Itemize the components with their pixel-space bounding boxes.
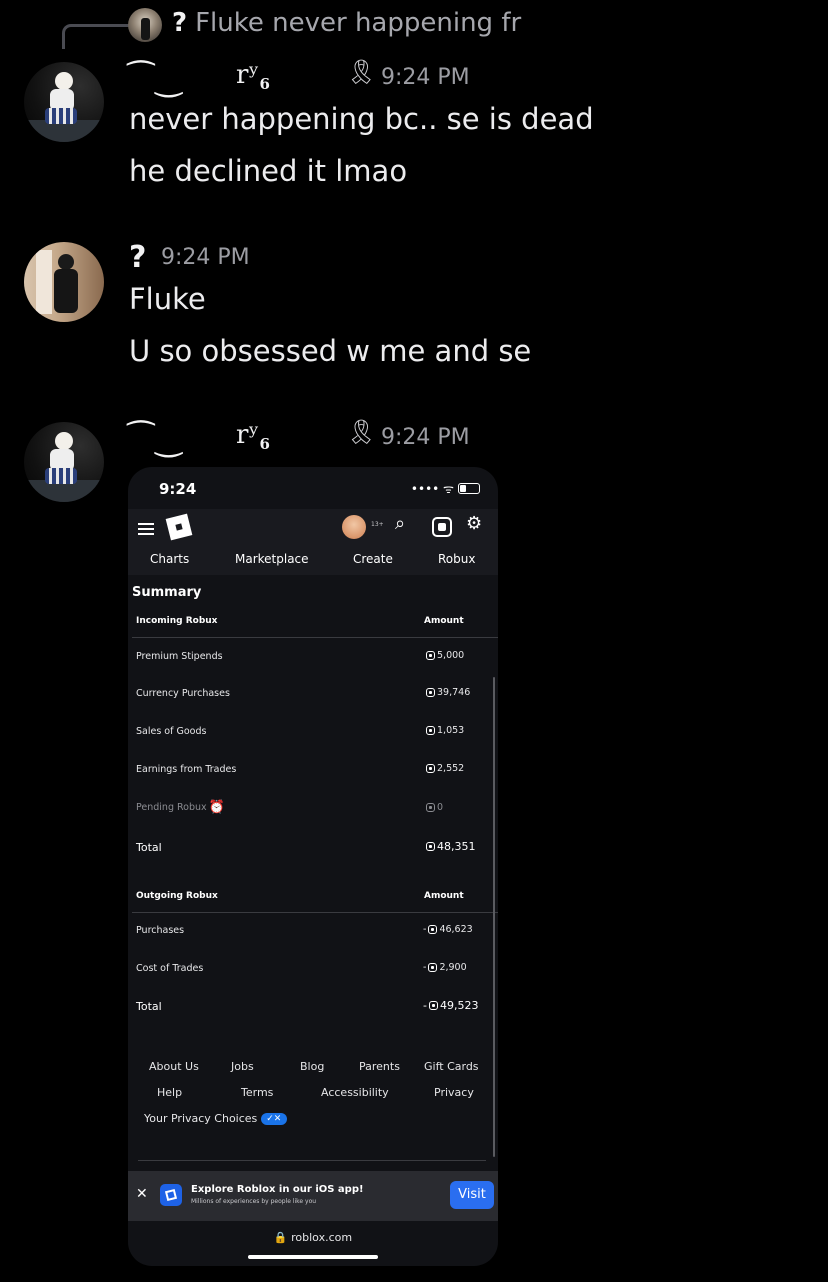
tab-robux[interactable]: Robux <box>438 552 475 566</box>
amount-header: Amount <box>424 616 464 626</box>
status-bar-icons: •••• ᯤ <box>411 480 480 497</box>
incoming-header: Incoming Robux <box>136 616 218 626</box>
message-text: Fluke <box>129 282 206 316</box>
message-text: he declined it lmao <box>129 154 408 188</box>
divider <box>132 912 498 913</box>
tab-marketplace[interactable]: Marketplace <box>235 552 309 566</box>
username[interactable]: ⁀‿ <box>128 420 183 458</box>
user-avatar[interactable] <box>24 242 104 322</box>
robux-icon <box>426 688 435 697</box>
status-bar-time: 9:24 <box>159 480 197 498</box>
reply-author-avatar[interactable] <box>128 8 162 42</box>
username-suffix[interactable]: rʸ6 <box>236 60 270 93</box>
robux-icon <box>428 1001 438 1010</box>
footer-link-parents[interactable]: Parents <box>359 1060 400 1073</box>
username-suffix[interactable]: rʸ6 <box>236 420 270 453</box>
tab-charts[interactable]: Charts <box>150 552 189 566</box>
reply-connector <box>62 24 131 49</box>
menu-icon[interactable] <box>138 523 154 535</box>
robux-icon <box>426 842 435 851</box>
footer-link-about[interactable]: About Us <box>149 1060 199 1073</box>
url-text: roblox.com <box>291 1231 353 1244</box>
footer-link-accessibility[interactable]: Accessibility <box>321 1086 389 1099</box>
incoming-total-amount: 48,351 <box>426 840 476 853</box>
banner-title: Explore Roblox in our iOS app! <box>191 1184 364 1195</box>
row-amount: 1,053 <box>426 725 464 736</box>
tab-create[interactable]: Create <box>353 552 393 566</box>
home-indicator[interactable] <box>248 1255 378 1259</box>
reply-preview[interactable]: ? Fluke never happening fr <box>172 8 521 38</box>
row-amount: 2,552 <box>426 763 464 774</box>
reply-preview-text: Fluke never happening fr <box>195 8 522 38</box>
robux-icon <box>426 803 435 812</box>
row-amount: 0 <box>426 802 443 813</box>
lock-icon: 🔒 <box>273 1231 288 1244</box>
user-avatar[interactable] <box>24 422 104 502</box>
footer-link-terms[interactable]: Terms <box>241 1086 273 1099</box>
message-text: U so obsessed w me and se <box>129 334 532 368</box>
robux-icon[interactable] <box>432 517 452 537</box>
scrollbar[interactable] <box>493 677 495 1157</box>
user-avatar[interactable] <box>24 62 104 142</box>
outgoing-total-amount: -49,523 <box>423 999 479 1012</box>
row-amount: -2,900 <box>423 962 467 973</box>
roblox-navbar: 13+ ⌕ ⚙ Charts Marketplace Create Robux <box>128 509 498 575</box>
privacy-choices-icon: ✓✕ <box>260 1113 287 1125</box>
roblox-logo[interactable] <box>165 513 193 541</box>
summary-title: Summary <box>132 585 202 600</box>
reply-author-name[interactable]: ? <box>172 8 187 38</box>
robux-icon <box>428 925 438 934</box>
footer-link-privacy-choices[interactable]: Your Privacy Choices ✓✕ <box>144 1112 287 1125</box>
roblox-app-icon <box>160 1184 182 1206</box>
footer-link-help[interactable]: Help <box>157 1086 182 1099</box>
incoming-total-label: Total <box>136 841 162 854</box>
search-icon[interactable]: ⌕ <box>395 513 405 534</box>
username[interactable]: ? <box>129 240 146 275</box>
row-label: Premium Stipends <box>136 651 223 662</box>
message-text: never happening bc.. se is dead <box>129 102 594 136</box>
message-timestamp: 9:24 PM <box>161 245 250 270</box>
robux-icon <box>426 651 435 660</box>
row-label: Earnings from Trades <box>136 764 237 775</box>
footer-link-gift-cards[interactable]: Gift Cards <box>424 1060 479 1073</box>
gear-icon[interactable]: ⚙ <box>466 513 482 534</box>
divider <box>138 1160 486 1161</box>
footer-link-blog[interactable]: Blog <box>300 1060 324 1073</box>
battery-icon <box>458 483 480 494</box>
visit-button[interactable]: Visit <box>450 1181 494 1209</box>
image-attachment[interactable]: 9:24 •••• ᯤ 13+ ⌕ ⚙ Charts Marketplace C… <box>128 467 498 1266</box>
row-amount: -46,623 <box>423 924 473 935</box>
robux-icon <box>428 963 438 972</box>
message-timestamp: 9:24 PM <box>381 425 470 450</box>
clock-icon[interactable]: ⏰ <box>209 800 225 815</box>
robux-icon <box>426 764 435 773</box>
footer-link-privacy[interactable]: Privacy <box>434 1086 474 1099</box>
signal-wifi-icon: •••• ᯤ <box>410 482 454 496</box>
row-amount: 39,746 <box>426 687 470 698</box>
ribbon-badge-icon: 🎗 <box>346 58 377 86</box>
divider <box>132 637 498 638</box>
row-label: Cost of Trades <box>136 963 204 974</box>
row-label: Purchases <box>136 925 185 936</box>
address-bar[interactable]: 🔒 roblox.com <box>128 1231 498 1244</box>
row-label: Currency Purchases <box>136 688 230 699</box>
age-label: 13+ <box>371 521 384 528</box>
amount-header: Amount <box>424 891 464 901</box>
ribbon-badge-icon: 🎗 <box>346 418 377 446</box>
banner-subtitle: Millions of experiences by people like y… <box>191 1198 317 1205</box>
close-icon[interactable]: ✕ <box>136 1186 148 1202</box>
outgoing-total-label: Total <box>136 1000 162 1013</box>
footer-link-jobs[interactable]: Jobs <box>231 1060 254 1073</box>
message-timestamp: 9:24 PM <box>381 65 470 90</box>
app-install-banner: ✕ Explore Roblox in our iOS app! Million… <box>128 1171 498 1221</box>
outgoing-header: Outgoing Robux <box>136 891 218 901</box>
pending-row-label: Pending Robux ⏰ <box>136 800 225 815</box>
account-avatar[interactable] <box>342 515 366 539</box>
robux-icon <box>426 726 435 735</box>
username[interactable]: ⁀‿ <box>128 60 183 98</box>
row-label: Sales of Goods <box>136 726 207 737</box>
row-amount: 5,000 <box>426 650 464 661</box>
